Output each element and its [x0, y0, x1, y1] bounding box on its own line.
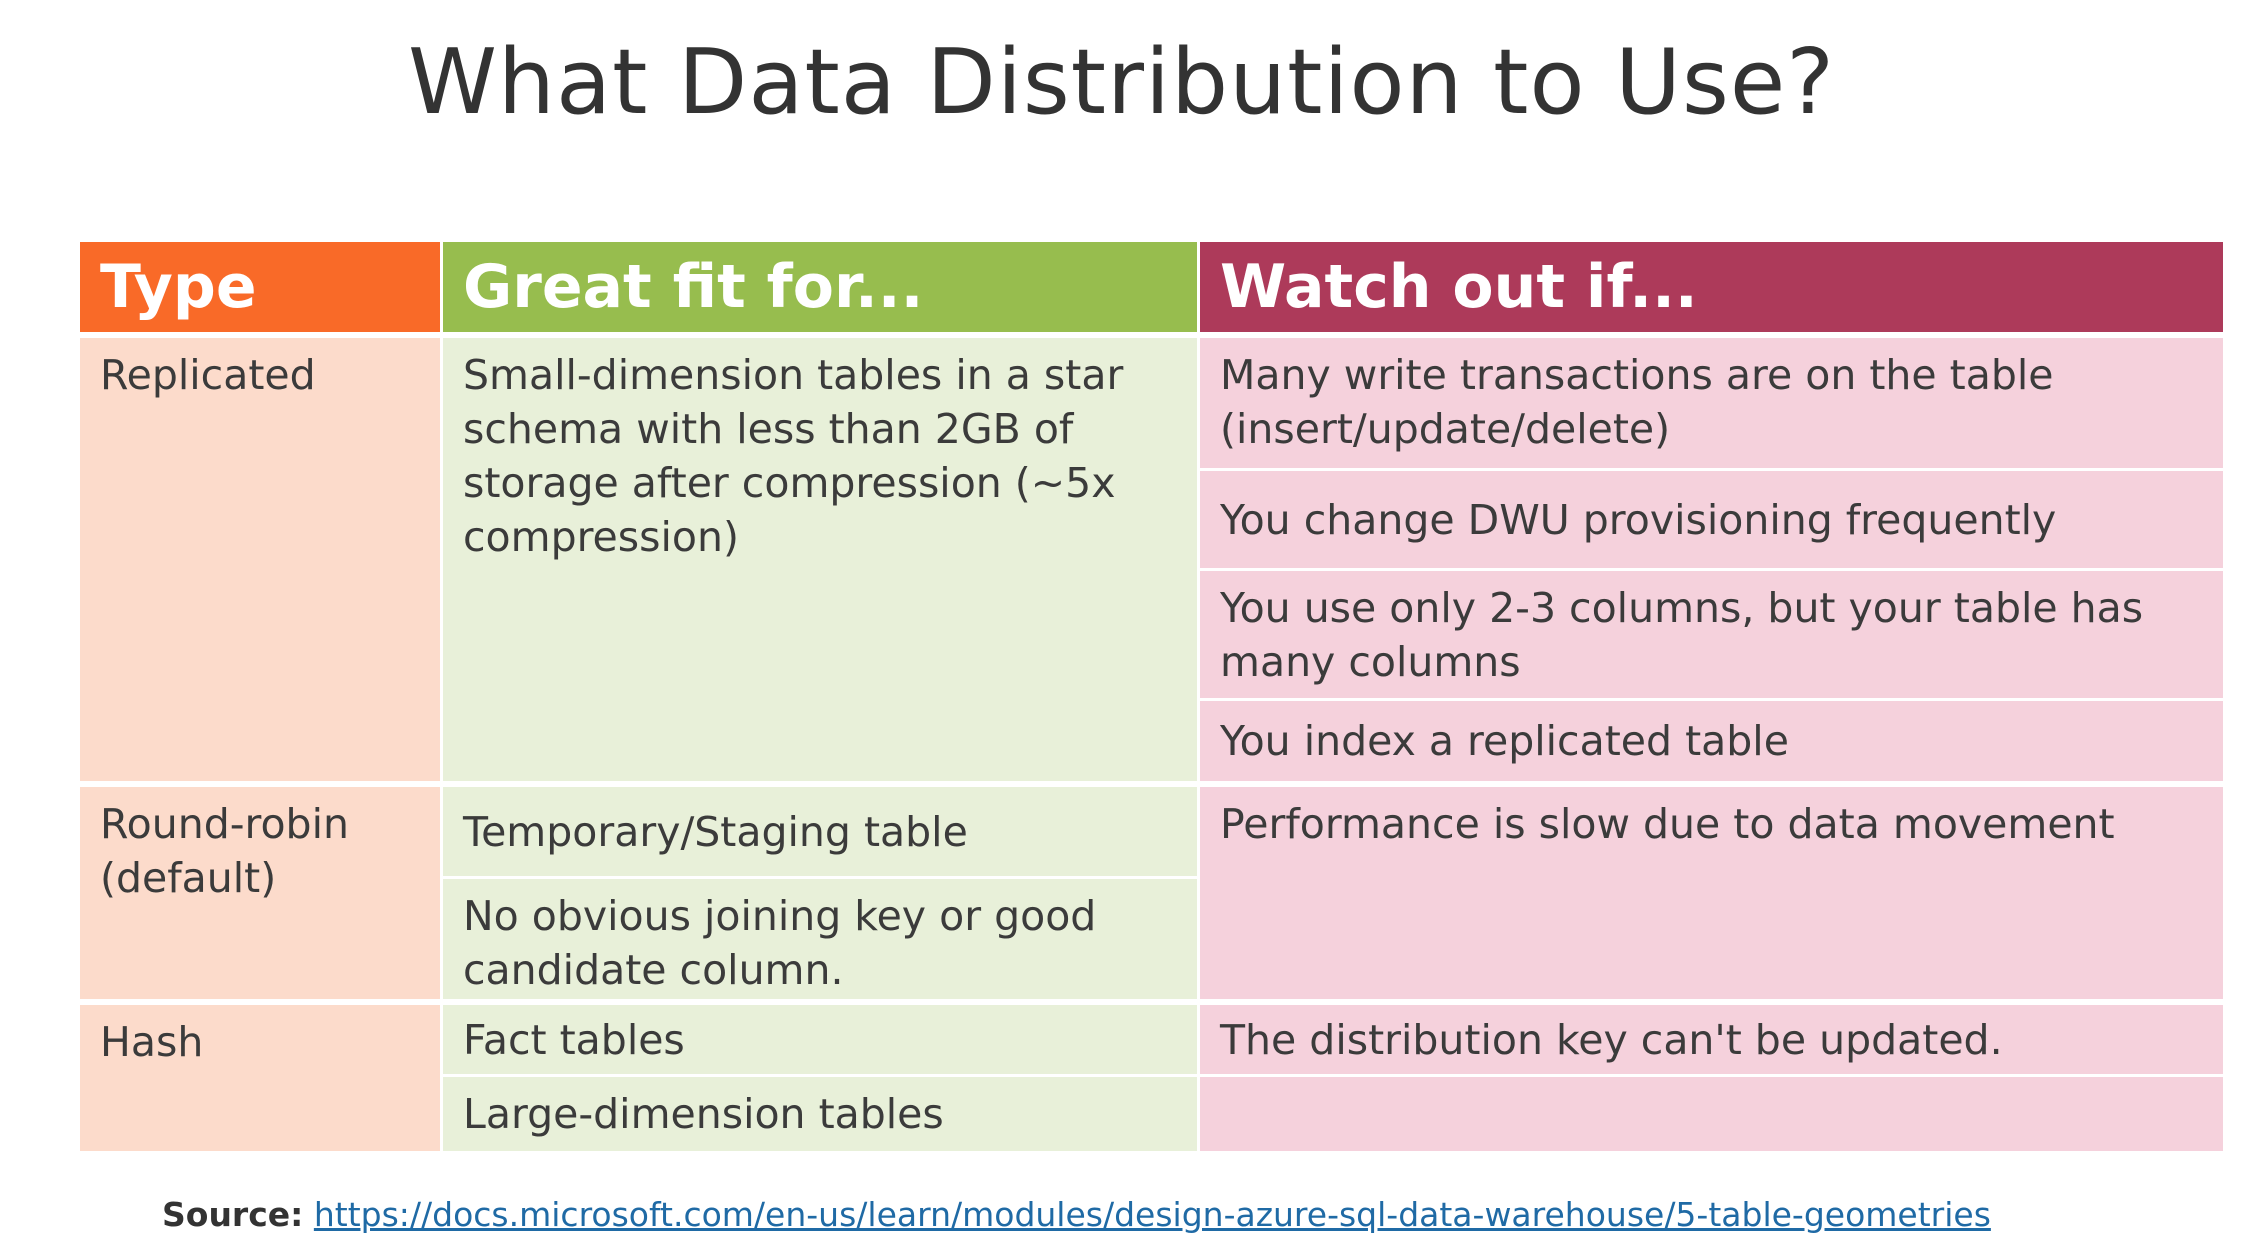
fit-hash-fact: Fact tables: [440, 999, 1197, 1074]
source-label: Source:: [162, 1195, 304, 1234]
watch-round-robin: Performance is slow due to data movement: [1197, 781, 2223, 999]
header-watch-out: Watch out if...: [1197, 242, 2223, 332]
type-hash: Hash: [80, 999, 440, 1151]
watch-hash-empty: [1197, 1074, 2223, 1151]
type-round-robin: Round-robin (default): [80, 781, 440, 999]
header-great-fit: Great fit for...: [440, 242, 1197, 332]
watch-replicated-columns: You use only 2-3 columns, but your table…: [1197, 568, 2223, 698]
watch-replicated-index: You index a replicated table: [1197, 698, 2223, 781]
header-type: Type: [80, 242, 440, 332]
watch-replicated-writes: Many write transactions are on the table…: [1197, 332, 2223, 468]
fit-hash-large-dimension: Large-dimension tables: [440, 1074, 1197, 1151]
fit-round-robin-staging: Temporary/Staging table: [440, 781, 1197, 876]
watch-hash: The distribution key can't be updated.: [1197, 999, 2223, 1074]
slide-title: What Data Distribution to Use?: [407, 30, 1836, 135]
fit-round-robin-no-key: No obvious joining key or good candidate…: [440, 876, 1197, 999]
watch-replicated-dwu: You change DWU provisioning frequently: [1197, 468, 2223, 568]
distribution-table: Type Great fit for... Watch out if... Re…: [80, 242, 2223, 1157]
source-line: Source: https://docs.microsoft.com/en-us…: [162, 1190, 2162, 1240]
fit-replicated: Small-dimension tables in a star schema …: [440, 332, 1197, 781]
source-link[interactable]: https://docs.microsoft.com/en-us/learn/m…: [314, 1195, 1991, 1234]
type-replicated: Replicated: [80, 332, 440, 781]
